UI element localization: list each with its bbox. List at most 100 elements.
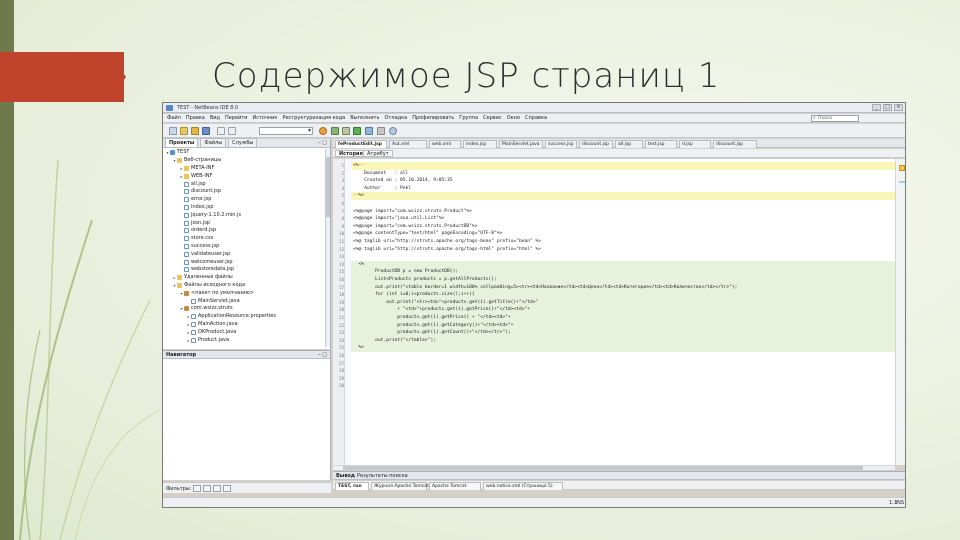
menu-item[interactable]: Файл <box>167 115 181 121</box>
tree-node[interactable]: ▾ com.wsizz.struts <box>165 305 330 313</box>
projects-scroll-thumb[interactable] <box>326 157 330 217</box>
filter-fields-icon[interactable] <box>193 485 201 492</box>
projects-scrollbar[interactable] <box>325 149 330 347</box>
filter-private-icon[interactable] <box>213 485 221 492</box>
debug-icon[interactable] <box>365 127 373 135</box>
tree-node[interactable]: ▸ META-INF <box>165 165 330 173</box>
editor-error-stripe[interactable] <box>895 159 905 465</box>
close-button[interactable]: × <box>894 104 903 111</box>
menu-item[interactable]: Отладка <box>385 115 408 121</box>
menu-item[interactable]: Перейти <box>225 115 248 121</box>
tree-node[interactable]: ▸ WEB-INF <box>165 172 330 180</box>
editor-scroll-thumb[interactable] <box>343 466 863 470</box>
output-tab[interactable]: web.notice.xml (Страница 5) <box>483 482 563 490</box>
tree-node[interactable]: jquery-1.10.2.min.js <box>165 211 330 219</box>
menu-item[interactable]: Вид <box>210 115 220 121</box>
tree-node[interactable]: ▸ Удаленные файлы <box>165 274 330 282</box>
line-number: 22 <box>339 322 344 328</box>
file-icon <box>184 251 189 257</box>
save-all-icon[interactable] <box>202 127 210 135</box>
editor-tab[interactable]: test.jsp <box>645 140 677 148</box>
tree-node-label: jquery-1.10.2.min.js <box>191 211 242 218</box>
main-toolbar <box>163 124 905 138</box>
tree-node[interactable]: index.jsp <box>165 204 330 212</box>
code-editor[interactable]: <%-- Document : all Created on : 05.10.2… <box>351 159 895 465</box>
tab-services[interactable]: Службы <box>228 138 258 147</box>
tree-node[interactable]: welcomeuser.jsp <box>165 258 330 266</box>
output-title[interactable]: Вывод <box>336 473 355 480</box>
menu-item[interactable]: Профилировать <box>412 115 454 121</box>
new-project-icon[interactable] <box>180 127 188 135</box>
tree-node[interactable]: orderd.jsp <box>165 227 330 235</box>
menu-item[interactable]: Сервис <box>483 115 502 121</box>
editor-tab[interactable]: web.xml <box>429 140 461 148</box>
output-tab[interactable]: Apache Tomcat <box>429 482 481 490</box>
profile-icon[interactable] <box>377 127 385 135</box>
menu-item[interactable]: Выполнить <box>350 115 379 121</box>
line-number: 14 <box>339 261 344 267</box>
code-line: products.get(i).getPrice() + "</td><td>"… <box>351 314 895 322</box>
tree-node[interactable]: success.jsp <box>165 243 330 251</box>
editor-tab[interactable]: all.jsp <box>615 140 643 148</box>
editor-tab[interactable]: feProductEdit.jsp <box>335 140 387 148</box>
tree-node[interactable]: ▸ Product.java <box>165 336 330 344</box>
tree-node[interactable]: error.jsp <box>165 196 330 204</box>
tree-node[interactable]: ▾ TEST <box>165 149 330 157</box>
build-icon[interactable] <box>331 127 339 135</box>
menu-item[interactable]: Справка <box>525 115 547 121</box>
navigator-minimize-icon[interactable]: – □ <box>318 351 327 359</box>
menu-item[interactable]: Источник <box>253 115 278 121</box>
editor-tab[interactable]: success.jsp <box>545 140 577 148</box>
tree-node[interactable]: webstoredata.jsp <box>165 266 330 274</box>
browser-icon[interactable] <box>319 127 327 135</box>
code-line: products.get(i).getCategory()+"</td><td>… <box>351 321 895 330</box>
undo-icon[interactable] <box>217 127 225 135</box>
config-select[interactable] <box>259 127 313 135</box>
new-file-icon[interactable] <box>169 127 177 135</box>
tree-node[interactable]: store.css <box>165 235 330 243</box>
tab-history[interactable]: Атрибут <box>363 150 393 157</box>
tab-files[interactable]: Файлы <box>200 138 227 147</box>
open-project-icon[interactable] <box>191 127 199 135</box>
tree-node[interactable]: ▾ <пакет по умолчанию> <box>165 289 330 297</box>
tree-node[interactable]: MainServlet.java <box>165 297 330 305</box>
tree-node[interactable]: ▾ Веб-страницы <box>165 157 330 165</box>
filter-label: Фильтры: <box>166 486 192 492</box>
editor-tab[interactable]: MainServlet.java <box>499 140 543 148</box>
output-tab[interactable]: TEST, run <box>335 482 369 490</box>
tab-source[interactable]: История <box>335 150 367 157</box>
tree-node[interactable]: discount.jsp <box>165 188 330 196</box>
editor-tab[interactable]: Aut.xml <box>389 140 427 148</box>
menu-item[interactable]: Правка <box>186 115 205 121</box>
menu-item[interactable]: Окно <box>507 115 520 121</box>
tree-node[interactable]: all.jsp <box>165 180 330 188</box>
filter-inherited-icon[interactable] <box>223 485 231 492</box>
memory-icon[interactable] <box>389 127 397 135</box>
output-tab[interactable]: Журнал Apache Tomcat <box>371 482 429 490</box>
editor-tab[interactable]: d.jsp <box>679 140 711 148</box>
run-icon[interactable] <box>353 127 361 135</box>
editor-tab[interactable]: discount.jsp <box>579 140 613 148</box>
search-input[interactable]: ⌕ Поиск <box>811 115 859 122</box>
tab-projects[interactable]: Проекты <box>165 138 199 147</box>
tree-node[interactable]: ▸ MainAction.java <box>165 321 330 329</box>
redo-icon[interactable] <box>228 127 236 135</box>
search-results-title[interactable]: Результаты поиска <box>357 473 408 480</box>
editor-tab[interactable]: discount.jsp <box>713 140 757 148</box>
menu-item[interactable]: Реструктуризация кода <box>282 115 345 121</box>
tree-node[interactable]: ▸ ApplicationResource.properties <box>165 313 330 321</box>
filter-static-icon[interactable] <box>203 485 211 492</box>
tree-node[interactable]: ▸ OKProduct.java <box>165 328 330 336</box>
tree-node-label: index.jsp <box>191 203 214 210</box>
editor-tab[interactable]: index.jsp <box>463 140 497 148</box>
tree-node[interactable]: json.jsp <box>165 219 330 227</box>
tree-node[interactable]: validateuser.jsp <box>165 250 330 258</box>
minimize-button[interactable]: _ <box>872 104 881 111</box>
tree-node[interactable]: ▾ Файлы исходного кода <box>165 282 330 290</box>
menu-item[interactable]: Группа <box>459 115 478 121</box>
code-line: <%@page contentType="text/html" pageEnco… <box>353 231 503 237</box>
maximize-button[interactable]: □ <box>883 104 892 111</box>
clean-build-icon[interactable] <box>342 127 350 135</box>
editor-horizontal-scrollbar[interactable] <box>333 465 895 470</box>
panel-minimize-icon[interactable]: – □ <box>318 140 327 146</box>
